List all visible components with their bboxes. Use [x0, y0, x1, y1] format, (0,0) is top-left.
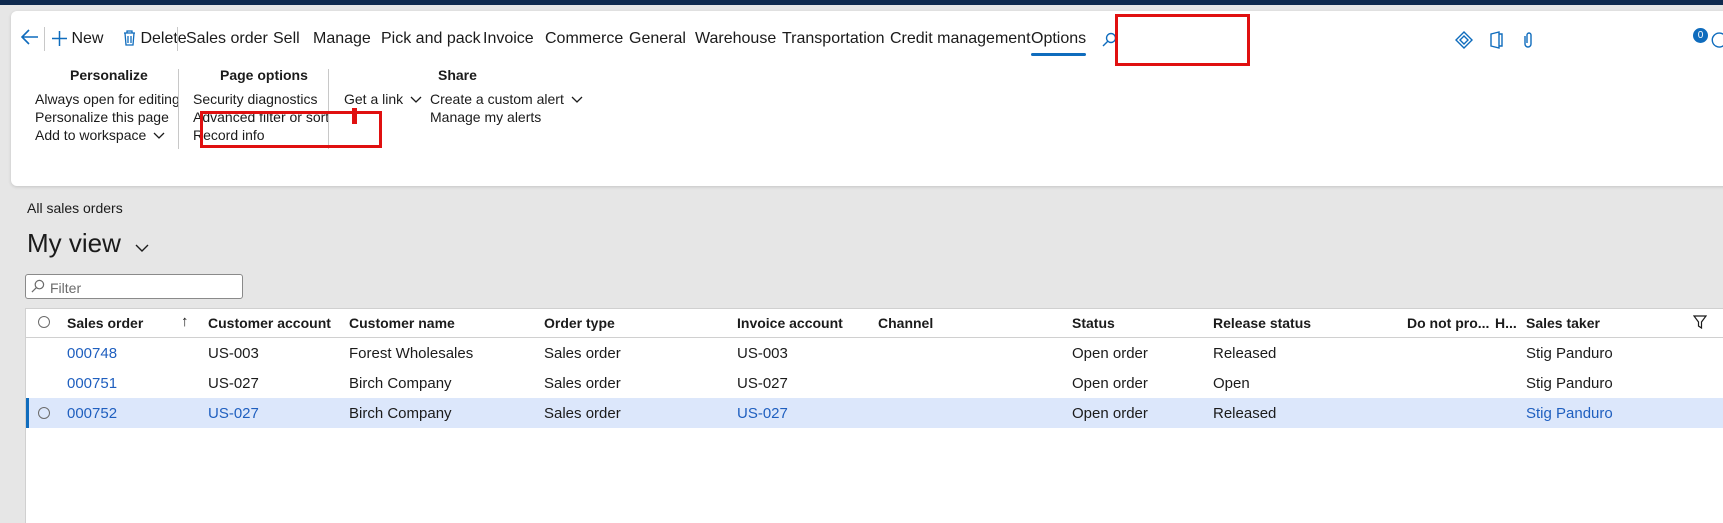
- tab-credit-management[interactable]: Credit management: [890, 30, 1031, 48]
- new-button-label: New: [71, 30, 104, 47]
- sort-ascending-icon[interactable]: ↑: [181, 313, 189, 330]
- grid-header: Sales order ↑ Customer account Customer …: [26, 309, 1723, 338]
- tab-sales-order[interactable]: Sales order: [186, 30, 268, 48]
- options-highlight-box: [1115, 14, 1250, 66]
- toolbar: New Delete Sales order Sell Manage Pick …: [11, 11, 1723, 56]
- tab-invoice[interactable]: Invoice: [483, 30, 534, 48]
- chevron-down-icon: [410, 96, 422, 103]
- sales-order-link[interactable]: 000748: [67, 345, 117, 362]
- status-cell: Open order: [1072, 375, 1148, 392]
- highlight-marker: [352, 108, 357, 124]
- release-status-cell: Released: [1213, 345, 1277, 362]
- invoice-account-cell: US-003: [737, 345, 788, 362]
- select-all-radio[interactable]: [38, 316, 50, 328]
- column-header-invoice-account[interactable]: Invoice account: [737, 315, 843, 331]
- tab-warehouse[interactable]: Warehouse: [695, 30, 776, 48]
- column-header-channel[interactable]: Channel: [878, 315, 933, 331]
- top-strip: [0, 0, 1723, 5]
- order-type-cell: Sales order: [544, 345, 621, 362]
- filter-input[interactable]: [48, 277, 242, 299]
- office-icon[interactable]: [1489, 31, 1503, 54]
- plus-icon: [52, 31, 67, 46]
- back-arrow-icon[interactable]: [20, 29, 39, 50]
- invoice-account-cell: US-027: [737, 375, 788, 392]
- tab-general[interactable]: General: [629, 30, 686, 48]
- tab-commerce[interactable]: Commerce: [545, 30, 623, 48]
- column-header-sales-order[interactable]: Sales order: [67, 315, 143, 331]
- tab-transportation[interactable]: Transportation: [782, 30, 885, 48]
- customer-name-cell: Forest Wholesales: [349, 345, 474, 362]
- customer-account-cell: US-027: [208, 375, 259, 392]
- customer-name-cell: Birch Company: [349, 375, 452, 392]
- tab-pick-and-pack[interactable]: Pick and pack: [381, 30, 481, 48]
- table-row-selected[interactable]: 000752 US-027 Birch Company Sales order …: [26, 398, 1723, 428]
- order-type-cell: Sales order: [544, 375, 621, 392]
- always-open-for-editing-button[interactable]: Always open for editing: [35, 91, 180, 107]
- view-selector-chevron-icon[interactable]: [135, 240, 149, 258]
- chevron-down-icon: [571, 96, 583, 103]
- customer-account-cell: US-003: [208, 345, 259, 362]
- add-to-workspace-button[interactable]: Add to workspace: [35, 127, 165, 143]
- sales-taker-cell: Stig Panduro: [1526, 345, 1613, 362]
- sales-taker-link[interactable]: Stig Panduro: [1526, 405, 1613, 422]
- release-status-cell: Released: [1213, 405, 1277, 422]
- column-header-do-not-process[interactable]: Do not pro...: [1407, 315, 1489, 331]
- filter-funnel-icon[interactable]: [1692, 315, 1708, 332]
- get-a-link-label: Get a link: [344, 91, 404, 107]
- customer-name-cell: Birch Company: [349, 405, 452, 422]
- filter-box: [25, 274, 243, 299]
- order-type-cell: Sales order: [544, 405, 621, 422]
- delete-button-label: Delete: [140, 30, 187, 47]
- column-header-release-status[interactable]: Release status: [1213, 315, 1311, 331]
- toolbar-separator: [44, 27, 45, 51]
- toolbar-separator: [177, 27, 178, 51]
- view-title[interactable]: My view: [27, 228, 121, 259]
- sales-taker-cell: Stig Panduro: [1526, 375, 1613, 392]
- notification-count-badge: 0: [1693, 28, 1708, 43]
- table-row[interactable]: 000751 US-027 Birch Company Sales order …: [26, 368, 1723, 398]
- manage-my-alerts-button[interactable]: Manage my alerts: [430, 109, 541, 125]
- chevron-down-icon: [153, 132, 165, 139]
- column-header-customer-account[interactable]: Customer account: [208, 315, 331, 331]
- status-cell: Open order: [1072, 405, 1148, 422]
- ribbon-separator: [178, 69, 179, 149]
- invoice-account-link[interactable]: US-027: [737, 405, 788, 422]
- customer-account-link[interactable]: US-027: [208, 405, 259, 422]
- tab-options[interactable]: Options: [1031, 30, 1087, 56]
- search-icon: [31, 279, 45, 293]
- tab-sell[interactable]: Sell: [273, 30, 300, 48]
- diamond-icon[interactable]: [1455, 31, 1473, 54]
- row-select-radio[interactable]: [38, 407, 50, 419]
- add-to-workspace-label: Add to workspace: [35, 127, 147, 143]
- column-header-customer-name[interactable]: Customer name: [349, 315, 455, 331]
- status-cell: Open order: [1072, 345, 1148, 362]
- sales-order-link[interactable]: 000752: [67, 405, 117, 422]
- tab-manage[interactable]: Manage: [313, 30, 371, 48]
- share-group-title: Share: [438, 67, 477, 83]
- personalize-this-page-button[interactable]: Personalize this page: [35, 109, 169, 125]
- action-pane: New Delete Sales order Sell Manage Pick …: [11, 11, 1723, 186]
- sales-orders-grid: Sales order ↑ Customer account Customer …: [25, 308, 1723, 523]
- column-header-hold[interactable]: H...: [1495, 315, 1517, 331]
- column-header-order-type[interactable]: Order type: [544, 315, 615, 331]
- table-row[interactable]: 000748 US-003 Forest Wholesales Sales or…: [26, 338, 1723, 368]
- new-button[interactable]: New: [52, 30, 103, 48]
- attachments-icon[interactable]: [1521, 31, 1535, 54]
- refresh-icon[interactable]: [1711, 31, 1723, 54]
- get-a-link-button[interactable]: Get a link: [344, 91, 422, 107]
- release-status-cell: Open: [1213, 375, 1250, 392]
- personalize-group-title: Personalize: [70, 67, 148, 83]
- trash-icon: [124, 30, 135, 46]
- breadcrumb: All sales orders: [27, 200, 123, 216]
- page-options-group-title: Page options: [220, 67, 308, 83]
- create-a-custom-alert-button[interactable]: Create a custom alert: [430, 91, 583, 107]
- column-header-status[interactable]: Status: [1072, 315, 1115, 331]
- sales-order-link[interactable]: 000751: [67, 375, 117, 392]
- create-a-custom-alert-label: Create a custom alert: [430, 91, 564, 107]
- column-header-sales-taker[interactable]: Sales taker: [1526, 315, 1600, 331]
- security-diagnostics-button[interactable]: Security diagnostics: [193, 91, 318, 107]
